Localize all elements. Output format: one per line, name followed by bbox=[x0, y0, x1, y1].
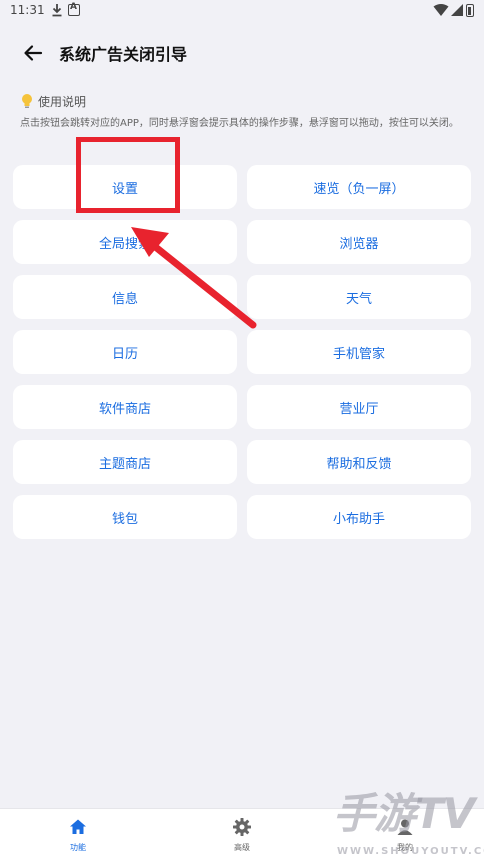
highlight-box bbox=[76, 137, 180, 213]
tab-mine[interactable]: 我的 bbox=[365, 809, 445, 861]
download-icon bbox=[52, 4, 62, 17]
status-bar: 11:31 bbox=[0, 0, 484, 22]
wifi-icon bbox=[433, 4, 449, 16]
phone-manager-button[interactable]: 手机管家 bbox=[247, 330, 471, 374]
tab-function[interactable]: 功能 bbox=[38, 809, 118, 861]
help-title: 使用说明 bbox=[38, 94, 87, 109]
gear-icon bbox=[233, 818, 251, 836]
back-arrow-icon[interactable] bbox=[22, 42, 44, 64]
calendar-button[interactable]: 日历 bbox=[13, 330, 237, 374]
bottom-tab-bar: 功能 高级 我的 bbox=[0, 808, 484, 861]
tab-label: 功能 bbox=[70, 843, 86, 852]
battery-icon bbox=[466, 4, 474, 17]
home-icon bbox=[70, 819, 86, 834]
app-notification-icon bbox=[68, 2, 80, 16]
help-feedback-button[interactable]: 帮助和反馈 bbox=[247, 440, 471, 484]
help-description: 点击按钮会跳转对应的APP，同时悬浮窗会提示具体的操作步骤，悬浮窗可以拖动，按住… bbox=[20, 118, 459, 129]
page-title: 系统广告关闭引导 bbox=[59, 45, 188, 64]
tab-label: 高级 bbox=[234, 843, 250, 852]
red-arrow-icon bbox=[131, 227, 257, 329]
status-time: 11:31 bbox=[10, 3, 45, 17]
weather-button[interactable]: 天气 bbox=[247, 275, 471, 319]
minus-one-screen-button[interactable]: 速览（负一屏） bbox=[247, 165, 471, 209]
help-header: 使用说明 bbox=[20, 92, 86, 110]
lightbulb-icon bbox=[22, 94, 32, 108]
theme-store-button[interactable]: 主题商店 bbox=[13, 440, 237, 484]
app-store-button[interactable]: 软件商店 bbox=[13, 385, 237, 429]
app-bar: 系统广告关闭引导 bbox=[0, 30, 484, 76]
tab-advanced[interactable]: 高级 bbox=[202, 809, 282, 861]
person-icon bbox=[397, 819, 413, 835]
browser-button[interactable]: 浏览器 bbox=[247, 220, 471, 264]
breeno-assistant-button[interactable]: 小布助手 bbox=[247, 495, 471, 539]
tab-label: 我的 bbox=[397, 843, 413, 852]
signal-icon bbox=[451, 4, 463, 16]
wallet-button[interactable]: 钱包 bbox=[13, 495, 237, 539]
service-hall-button[interactable]: 营业厅 bbox=[247, 385, 471, 429]
